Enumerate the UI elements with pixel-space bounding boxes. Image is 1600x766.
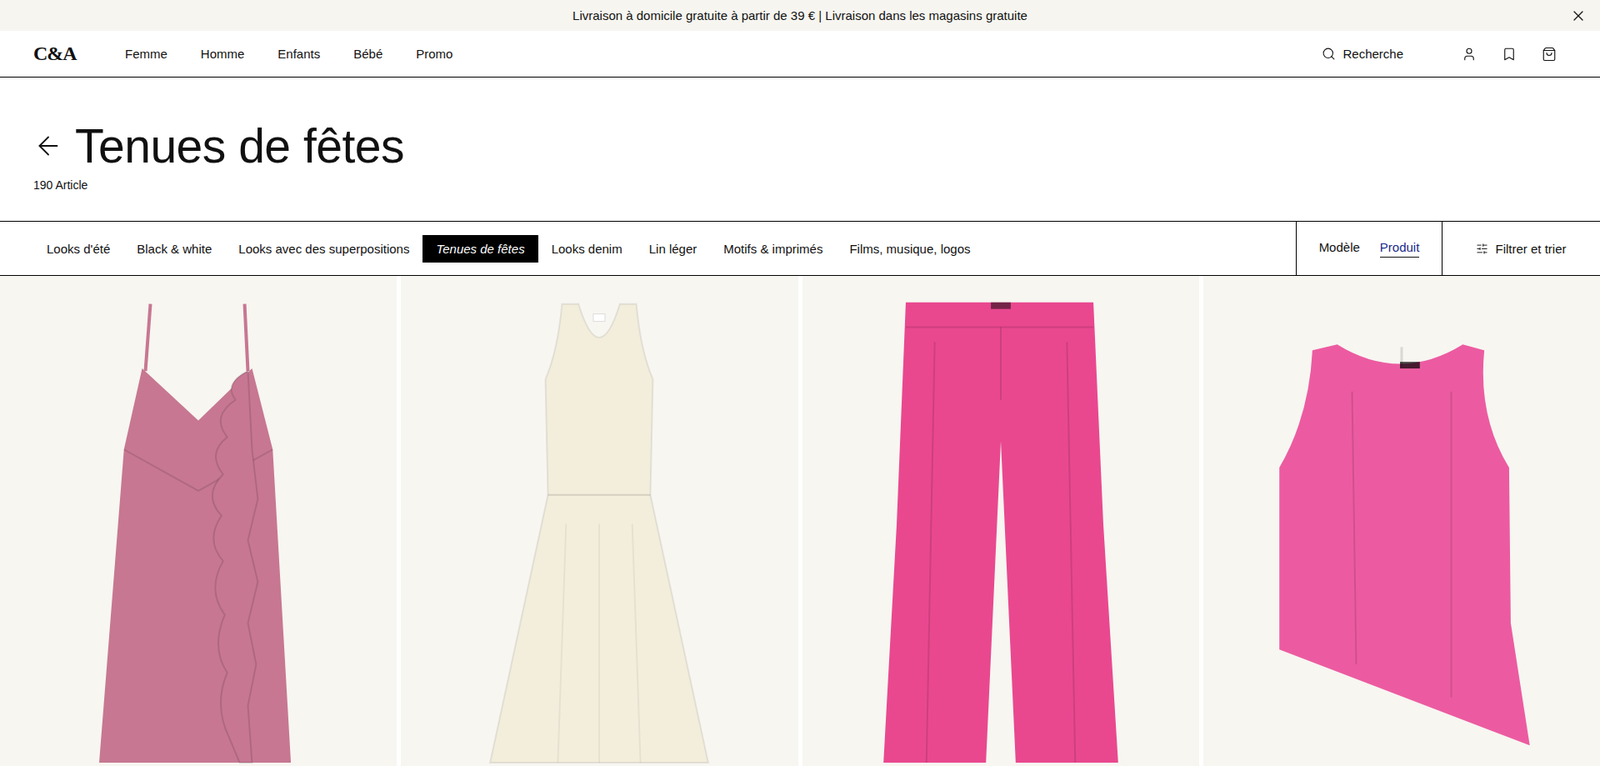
- page: Livraison à domicile gratuite à partir d…: [0, 0, 1600, 766]
- product-card[interactable]: [400, 275, 798, 766]
- view-option[interactable]: Modèle: [1319, 240, 1360, 258]
- account-button[interactable]: [1461, 46, 1477, 62]
- logo[interactable]: C&A: [33, 42, 125, 65]
- category-chip[interactable]: Lin léger: [635, 235, 711, 263]
- product-grid: [0, 275, 1600, 766]
- back-button[interactable]: [33, 130, 64, 161]
- category-chip[interactable]: Films, musique, logos: [835, 235, 984, 263]
- header-actions: Recherche: [1321, 46, 1557, 62]
- search-button[interactable]: Recherche: [1321, 46, 1404, 61]
- article-count: 190 Article: [33, 177, 1567, 193]
- category-chip[interactable]: Looks avec des superpositions: [225, 235, 423, 263]
- cart-button[interactable]: [1541, 46, 1557, 62]
- product-card[interactable]: [802, 275, 1200, 766]
- nav-item[interactable]: Femme: [125, 46, 168, 61]
- wishlist-button[interactable]: [1501, 46, 1517, 62]
- product-image: [400, 275, 798, 766]
- title-row: Tenues de fêtes: [33, 119, 1567, 173]
- nav-item[interactable]: Promo: [415, 46, 453, 61]
- category-chips: Looks d'étéBlack & whiteLooks avec des s…: [0, 221, 1296, 275]
- banner-text: Livraison à domicile gratuite à partir d…: [572, 8, 1028, 23]
- product-card[interactable]: [1203, 275, 1600, 766]
- view-toggle: Modèle Produit: [1295, 221, 1442, 275]
- category-chip[interactable]: Looks denim: [538, 235, 636, 263]
- close-button[interactable]: [1568, 5, 1589, 26]
- nav-item[interactable]: Enfants: [277, 46, 320, 61]
- header: C&AFemme Homme Enfants Bébé Promo Recherche: [0, 30, 1600, 78]
- filter-bar: Looks d'étéBlack & whiteLooks avec des s…: [0, 220, 1600, 276]
- nav-item[interactable]: Bébé: [353, 46, 383, 61]
- arrow-left-icon: [33, 130, 64, 161]
- product-image: [0, 275, 397, 766]
- category-chip[interactable]: Looks d'été: [33, 235, 124, 263]
- sliders-icon: [1475, 242, 1489, 255]
- product-image: [1203, 275, 1600, 766]
- category-chip[interactable]: Tenues de fêtes: [422, 235, 538, 263]
- main-nav: Femme Homme Enfants Bébé Promo: [125, 46, 453, 61]
- bookmark-icon: [1501, 46, 1517, 62]
- product-image: [802, 275, 1200, 766]
- user-icon: [1461, 46, 1477, 62]
- bag-icon: [1541, 46, 1557, 62]
- title-section: Tenues de fêtes 190 Article: [0, 77, 1600, 221]
- filter-button[interactable]: Filtrer et trier: [1441, 221, 1600, 275]
- nav-item[interactable]: Homme: [200, 46, 245, 61]
- close-icon: [1570, 7, 1587, 25]
- category-chip[interactable]: Motifs & imprimés: [710, 235, 836, 263]
- view-option[interactable]: Produit: [1380, 240, 1420, 258]
- category-chip[interactable]: Black & white: [123, 235, 225, 263]
- page-title: Tenues de fêtes: [75, 119, 405, 173]
- search-icon: [1321, 46, 1336, 61]
- promo-banner: Livraison à domicile gratuite à partir d…: [0, 0, 1600, 31]
- product-card[interactable]: [0, 275, 397, 766]
